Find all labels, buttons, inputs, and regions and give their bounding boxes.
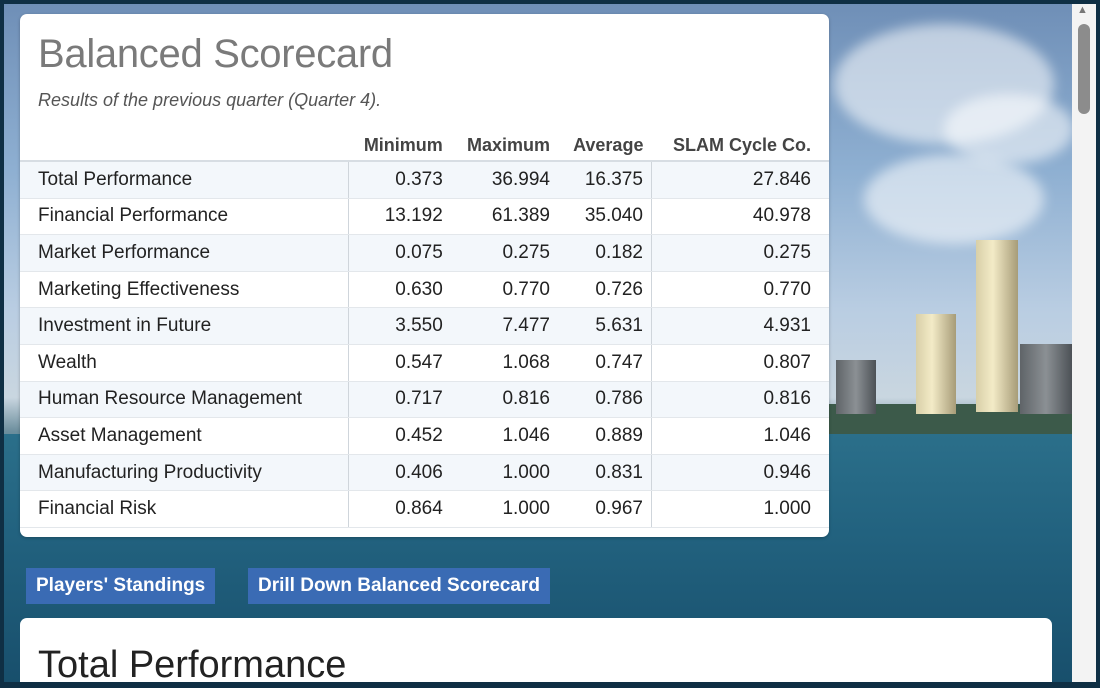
slam-value-cell: 0.807: [651, 344, 829, 382]
table-row: Manufacturing Productivity 0.406 1.000 0.83…: [20, 454, 829, 492]
players-standings-button[interactable]: Players' Standings: [26, 568, 216, 604]
background-building: [976, 240, 1018, 412]
slam-value-cell: 0.275: [651, 234, 829, 272]
maximum-value-cell: 7.477: [450, 307, 558, 345]
minimum-value-cell: 0.630: [348, 271, 451, 309]
background-building: [1020, 344, 1072, 414]
average-value-cell: 0.967: [557, 490, 652, 528]
background-cloud: [944, 94, 1072, 164]
slam-value-cell: 0.816: [651, 381, 829, 419]
section-title: Total Performance: [38, 644, 347, 682]
metric-name-cell: Market Performance: [20, 234, 349, 272]
table-row: Human Resource Management 0.717 0.816 0.786…: [20, 381, 829, 419]
average-value-cell: 16.375: [557, 161, 652, 199]
background-building: [836, 360, 876, 414]
maximum-value-cell: 61.389: [450, 198, 558, 236]
minimum-value-cell: 0.717: [348, 381, 451, 419]
average-value-cell: 0.786: [557, 381, 652, 419]
scorecard-title: Balanced Scorecard: [38, 32, 393, 76]
minimum-value-cell: 13.192: [348, 198, 451, 236]
slam-value-cell: 4.931: [651, 307, 829, 345]
minimum-value-cell: 0.864: [348, 490, 451, 528]
background-cloud: [864, 154, 1044, 244]
metric-name-cell: Total Performance: [20, 161, 349, 199]
average-value-cell: 0.831: [557, 454, 652, 492]
background-building: [916, 314, 956, 414]
minimum-value-cell: 3.550: [348, 307, 451, 345]
column-header-slam: SLAM Cycle Co.: [651, 130, 829, 162]
minimum-value-cell: 0.452: [348, 417, 451, 455]
average-value-cell: 0.747: [557, 344, 652, 382]
table-row: Investment in Future 3.550 7.477 5.631 4.931: [20, 307, 829, 345]
drill-down-scorecard-button[interactable]: Drill Down Balanced Scorecard: [248, 568, 550, 604]
maximum-value-cell: 0.816: [450, 381, 558, 419]
maximum-value-cell: 1.000: [450, 454, 558, 492]
minimum-value-cell: 0.406: [348, 454, 451, 492]
slam-value-cell: 0.770: [651, 271, 829, 309]
maximum-value-cell: 1.046: [450, 417, 558, 455]
average-value-cell: 0.726: [557, 271, 652, 309]
slam-value-cell: 40.978: [651, 198, 829, 236]
maximum-value-cell: 1.068: [450, 344, 558, 382]
maximum-value-cell: 0.275: [450, 234, 558, 272]
average-value-cell: 0.182: [557, 234, 652, 272]
slam-value-cell: 0.946: [651, 454, 829, 492]
table-row: Asset Management 0.452 1.046 0.889 1.046: [20, 417, 829, 455]
column-header-metric: [20, 130, 348, 162]
maximum-value-cell: 1.000: [450, 490, 558, 528]
scroll-up-arrow-icon[interactable]: ▲: [1077, 4, 1088, 16]
minimum-value-cell: 0.547: [348, 344, 451, 382]
maximum-value-cell: 36.994: [450, 161, 558, 199]
metric-name-cell: Marketing Effectiveness: [20, 271, 349, 309]
slam-value-cell: 27.846: [651, 161, 829, 199]
average-value-cell: 35.040: [557, 198, 652, 236]
metric-name-cell: Manufacturing Productivity: [20, 454, 349, 492]
metric-name-cell: Financial Performance: [20, 198, 349, 236]
table-row: Financial Performance 13.192 61.389 35.040 4…: [20, 198, 829, 236]
maximum-value-cell: 0.770: [450, 271, 558, 309]
table-row: Financial Risk 0.864 1.000 0.967 1.000: [20, 490, 829, 528]
minimum-value-cell: 0.373: [348, 161, 451, 199]
app-viewport: Balanced Scorecard Results of the previo…: [4, 4, 1072, 682]
vertical-scrollbar[interactable]: ▲: [1072, 4, 1096, 682]
metric-name-cell: Asset Management: [20, 417, 349, 455]
column-header-maximum: Maximum: [450, 130, 558, 162]
scrollbar-thumb[interactable]: [1078, 24, 1090, 114]
metric-name-cell: Wealth: [20, 344, 349, 382]
average-value-cell: 5.631: [557, 307, 652, 345]
metric-name-cell: Financial Risk: [20, 490, 349, 528]
table-row: Wealth 0.547 1.068 0.747 0.807: [20, 344, 829, 382]
scorecard-table: Minimum Maximum Average SLAM Cycle Co. T…: [20, 130, 829, 528]
table-header-row: Minimum Maximum Average SLAM Cycle Co.: [20, 130, 829, 162]
slam-value-cell: 1.046: [651, 417, 829, 455]
total-performance-card: Total Performance: [20, 618, 1052, 682]
average-value-cell: 0.889: [557, 417, 652, 455]
balanced-scorecard-card: Balanced Scorecard Results of the previo…: [20, 14, 829, 537]
scorecard-subtitle: Results of the previous quarter (Quarter…: [38, 90, 382, 110]
minimum-value-cell: 0.075: [348, 234, 451, 272]
slam-value-cell: 1.000: [651, 490, 829, 528]
table-row: Market Performance 0.075 0.275 0.182 0.275: [20, 234, 829, 272]
column-header-minimum: Minimum: [348, 130, 451, 162]
table-row: Marketing Effectiveness 0.630 0.770 0.726 0.…: [20, 271, 829, 309]
column-header-average: Average: [557, 130, 652, 162]
metric-name-cell: Investment in Future: [20, 307, 349, 345]
metric-name-cell: Human Resource Management: [20, 381, 349, 419]
table-row: Total Performance 0.373 36.994 16.375 27.846: [20, 161, 829, 199]
